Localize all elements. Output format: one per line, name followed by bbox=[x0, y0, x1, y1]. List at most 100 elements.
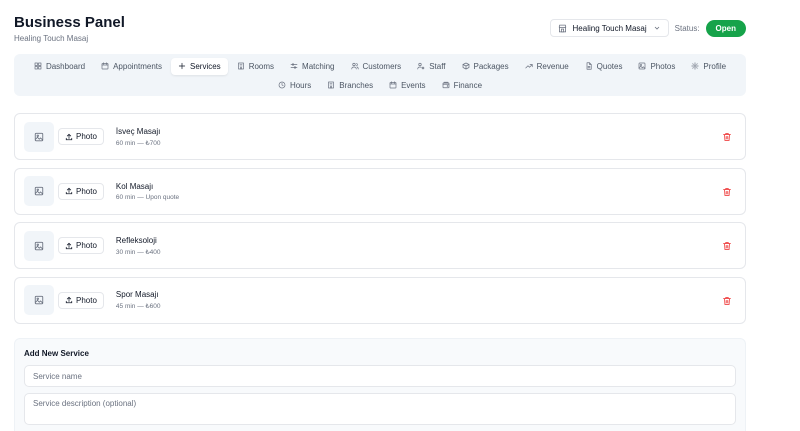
tab-label: Branches bbox=[339, 80, 374, 90]
image-icon bbox=[639, 62, 646, 70]
service-row: Photo Spor Masajı 45 min — ₺600 bbox=[14, 276, 746, 324]
tab-matching[interactable]: Matching bbox=[283, 58, 341, 75]
user-cog-icon bbox=[417, 62, 425, 70]
header: Business Panel Healing Touch Masaj Heali… bbox=[14, 14, 746, 44]
tab-label: Appointments bbox=[113, 61, 162, 71]
tab-label: Events bbox=[401, 80, 426, 90]
tab-label: Revenue bbox=[536, 61, 569, 71]
tab-label: Hours bbox=[289, 80, 312, 90]
service-row: Photo Refleksoloji 30 min — ₺400 bbox=[14, 222, 746, 270]
tab-hours[interactable]: Hours bbox=[271, 77, 318, 94]
service-info: Kol Masajı 60 min — Upon quote bbox=[116, 182, 179, 201]
store-icon bbox=[558, 24, 566, 32]
service-thumbnail bbox=[24, 285, 54, 316]
package-icon bbox=[462, 62, 469, 70]
image-icon bbox=[34, 241, 44, 250]
tab-rooms[interactable]: Rooms bbox=[230, 58, 281, 75]
wallet-icon bbox=[442, 81, 449, 89]
tab-quotes[interactable]: Quotes bbox=[578, 58, 630, 75]
service-meta: 45 min — ₺600 bbox=[115, 303, 161, 311]
chevron-down-icon bbox=[654, 26, 659, 30]
image-icon bbox=[34, 132, 44, 141]
service-meta: 30 min — ₺400 bbox=[115, 248, 161, 256]
service-info: İsveç Masajı 60 min — ₺700 bbox=[116, 127, 161, 147]
tab-label: Staff bbox=[429, 61, 446, 71]
trash-icon[interactable] bbox=[722, 241, 732, 251]
status-badge[interactable]: Open bbox=[705, 19, 746, 37]
tab-label: Dashboard bbox=[45, 61, 86, 71]
image-icon bbox=[34, 186, 44, 196]
tab-row-secondary: Hours Branches Events Finance bbox=[20, 76, 740, 94]
service-meta: 60 min — Upon quote bbox=[115, 193, 180, 201]
upload-photo-button[interactable]: Photo bbox=[58, 291, 104, 309]
tab-label: Matching bbox=[302, 61, 335, 71]
upload-photo-label: Photo bbox=[76, 295, 97, 305]
service-name: Spor Masajı bbox=[115, 290, 159, 300]
service-meta: 60 min — ₺700 bbox=[115, 139, 161, 147]
tab-nav: Dashboard Appointments Services Rooms Matchi… bbox=[14, 54, 746, 96]
service-name-input[interactable] bbox=[24, 365, 736, 387]
upload-photo-label: Photo bbox=[76, 132, 97, 141]
add-service-panel: Add New Service bbox=[14, 338, 746, 431]
trash-icon[interactable] bbox=[722, 296, 732, 306]
upload-photo-label: Photo bbox=[76, 186, 97, 196]
plus-icon bbox=[178, 62, 186, 70]
business-select[interactable]: Healing Touch Masaj bbox=[549, 19, 669, 37]
calendar-icon bbox=[389, 81, 397, 89]
calendar-icon bbox=[101, 62, 109, 70]
tab-services[interactable]: Services bbox=[171, 57, 228, 75]
add-service-title: Add New Service bbox=[24, 349, 89, 358]
upload-icon bbox=[65, 242, 73, 249]
tab-revenue[interactable]: Revenue bbox=[518, 58, 576, 75]
service-row: Photo İsveç Masajı 60 min — ₺700 bbox=[14, 113, 746, 160]
upload-photo-button[interactable]: Photo bbox=[58, 128, 104, 145]
header-controls: Healing Touch Masaj Status: Open bbox=[549, 19, 746, 37]
tab-packages[interactable]: Packages bbox=[455, 58, 516, 75]
grid-icon bbox=[34, 62, 42, 70]
service-info: Spor Masajı 45 min — ₺600 bbox=[116, 290, 161, 310]
tab-profile[interactable]: Profile bbox=[684, 58, 733, 75]
tab-staff[interactable]: Staff bbox=[410, 58, 452, 75]
service-thumbnail bbox=[24, 230, 54, 261]
users-icon bbox=[350, 62, 359, 70]
service-list: Photo İsveç Masajı 60 min — ₺700 Photo Kol M… bbox=[14, 113, 746, 331]
building-icon bbox=[237, 62, 244, 70]
business-select-value: Healing Touch Masaj bbox=[572, 23, 647, 33]
tab-branches[interactable]: Branches bbox=[320, 77, 380, 94]
service-thumbnail bbox=[24, 176, 54, 207]
gear-icon bbox=[691, 62, 699, 70]
building-icon bbox=[328, 81, 335, 89]
tab-photos[interactable]: Photos bbox=[631, 58, 682, 75]
clock-icon bbox=[278, 81, 286, 89]
tab-label: Rooms bbox=[248, 61, 275, 71]
upload-icon bbox=[65, 187, 73, 195]
tab-events[interactable]: Events bbox=[382, 77, 432, 94]
tab-label: Services bbox=[190, 61, 221, 71]
service-name: İsveç Masajı bbox=[115, 126, 161, 136]
service-name: Kol Masajı bbox=[115, 181, 154, 191]
status-label: Status: bbox=[674, 23, 700, 33]
upload-icon bbox=[65, 297, 73, 304]
service-info: Refleksoloji 30 min — ₺400 bbox=[116, 236, 161, 256]
upload-photo-button[interactable]: Photo bbox=[58, 237, 104, 255]
service-description-input[interactable] bbox=[24, 393, 736, 425]
sliders-icon bbox=[290, 63, 298, 69]
service-thumbnail bbox=[24, 121, 54, 152]
tab-customers[interactable]: Customers bbox=[344, 58, 409, 75]
tab-row-primary: Dashboard Appointments Services Rooms Matchi… bbox=[20, 57, 740, 75]
service-row: Photo Kol Masajı 60 min — Upon quote bbox=[14, 167, 746, 215]
tab-dashboard[interactable]: Dashboard bbox=[27, 58, 92, 75]
tab-appointments[interactable]: Appointments bbox=[94, 58, 169, 75]
upload-photo-label: Photo bbox=[76, 241, 97, 251]
image-icon bbox=[34, 296, 44, 305]
trash-icon[interactable] bbox=[722, 132, 732, 142]
trash-icon[interactable] bbox=[722, 187, 732, 197]
tab-label: Customers bbox=[362, 61, 402, 71]
upload-photo-button[interactable]: Photo bbox=[58, 182, 104, 200]
tab-label: Photos bbox=[650, 61, 676, 71]
tab-finance[interactable]: Finance bbox=[435, 77, 489, 94]
service-name: Refleksoloji bbox=[115, 235, 157, 245]
upload-icon bbox=[65, 133, 73, 140]
tab-label: Finance bbox=[453, 80, 483, 90]
tab-label: Quotes bbox=[596, 61, 623, 71]
